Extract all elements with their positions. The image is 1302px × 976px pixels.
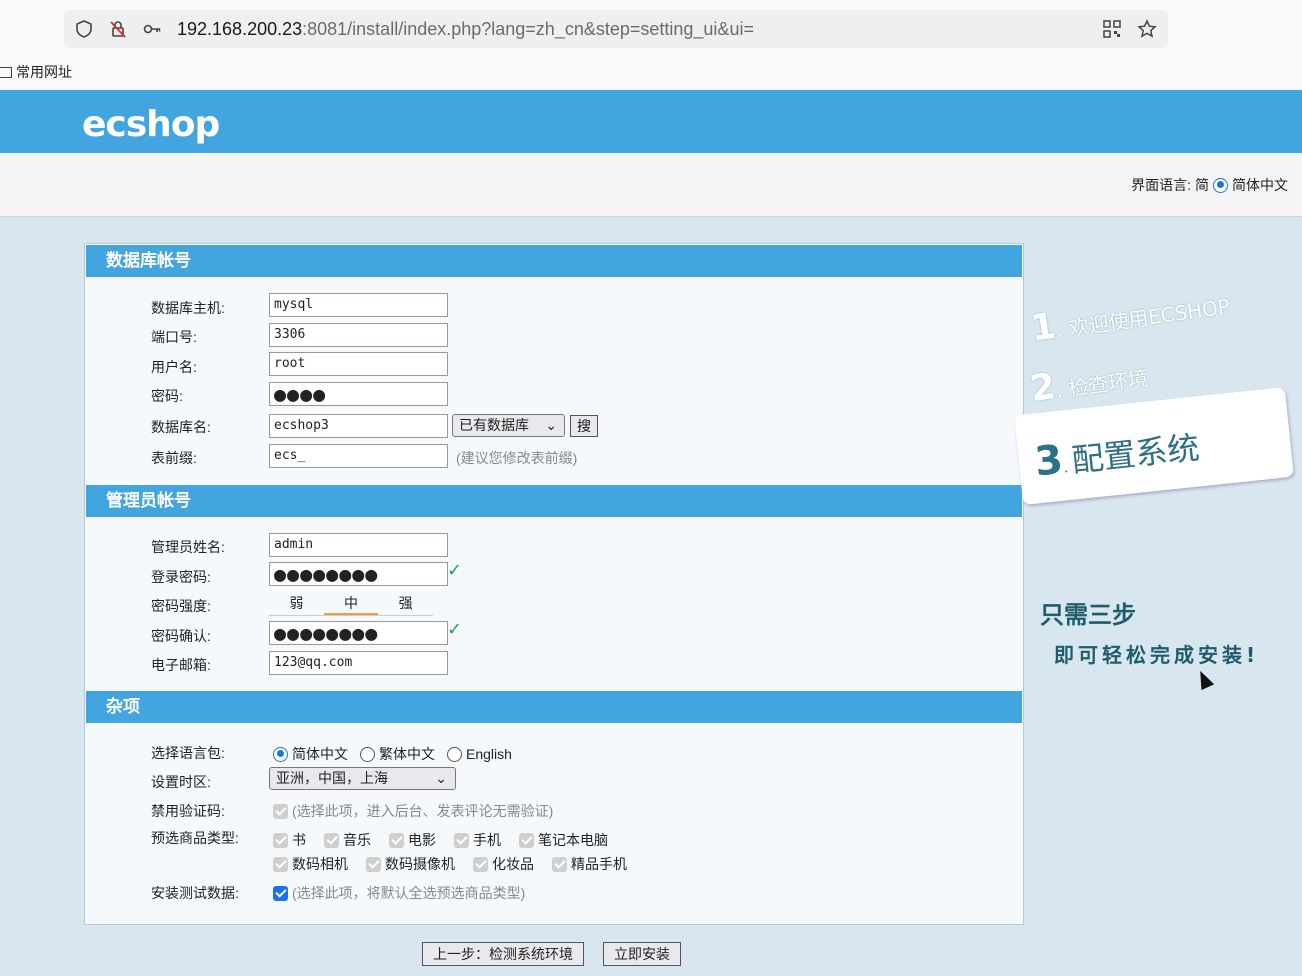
shield-icon[interactable] (74, 19, 94, 39)
address-bar[interactable]: 192.168.200.23:8081/install/index.php?la… (64, 10, 1168, 48)
strength-medium: 中 (323, 592, 379, 615)
confirm-pass-label: 密码确认: (151, 628, 211, 644)
db-port-input[interactable]: 3306 (269, 323, 448, 347)
strength-weak: 弱 (289, 595, 304, 611)
language-bar: 界面语言: 简 简体中文 (0, 153, 1302, 217)
langpack-radio-zh-cn[interactable] (273, 746, 288, 762)
goods-checkbox-phone[interactable] (454, 832, 469, 848)
admin-pass-input[interactable]: ●●●●●●●● (269, 562, 448, 586)
existing-db-select[interactable]: 已有数据库 ⌄ (452, 414, 565, 437)
db-name-input[interactable]: ecshop3 (269, 414, 448, 438)
prefix-label: 表前缀: (151, 450, 197, 466)
goods-checkbox-camera[interactable] (273, 856, 288, 872)
langpack-radio-en[interactable] (447, 746, 462, 762)
strength-strong: 强 (398, 595, 413, 611)
admin-section-title: 管理员帐号 (86, 485, 1022, 517)
star-icon[interactable] (1137, 19, 1157, 39)
timezone-select[interactable]: 亚洲，中国，上海 ⌄ (269, 767, 456, 790)
confirm-pass-input[interactable]: ●●●●●●●● (269, 621, 448, 645)
chevron-down-icon: ⌄ (545, 417, 557, 433)
slogan-subtitle: 即可轻松完成安装! (1054, 643, 1260, 667)
pass-ok-icon: ✓ (447, 560, 463, 580)
testdata-row: (选择此项，将默认全选预选商品类型) (267, 883, 525, 903)
goods-type-row-1: 书 音乐 电影 手机 笔记本电脑 (267, 830, 608, 850)
prefix-input[interactable]: ecs_ (269, 444, 448, 468)
step-1: 1. 欢迎使用ECSHOP (1028, 294, 1232, 350)
prev-step-button[interactable]: 上一步：检测系统环境 (422, 942, 584, 966)
testdata-checkbox[interactable] (273, 885, 288, 901)
db-pass-label: 密码: (151, 388, 183, 404)
langpack-options: 简体中文 繁体中文 English (273, 744, 512, 764)
email-input[interactable]: 123@qq.com (269, 651, 448, 675)
url-text: 192.168.200.23:8081/install/index.php?la… (177, 19, 754, 39)
folder-icon (0, 66, 12, 78)
db-port-label: 端口号: (151, 329, 197, 345)
prefix-hint: (建议您修改表前缀) (456, 450, 578, 466)
ui-lang-radio[interactable] (1213, 177, 1228, 193)
db-host-label: 数据库主机: (151, 300, 225, 316)
captcha-row: (选择此项，进入后台、发表评论无需验证) (267, 801, 553, 821)
db-user-input[interactable]: root (269, 352, 448, 376)
chevron-down-icon: ⌄ (435, 770, 447, 786)
admin-name-input[interactable]: admin (269, 533, 448, 557)
goods-checkbox-music[interactable] (324, 832, 339, 848)
step-2: 2. 检查环境 (1027, 365, 1150, 410)
goods-checkbox-cosmetics[interactable] (473, 856, 488, 872)
goods-type-label: 预选商品类型: (151, 830, 239, 846)
confirm-ok-icon: ✓ (447, 619, 463, 639)
admin-name-label: 管理员姓名: (151, 539, 225, 555)
install-now-button[interactable]: 立即安装 (603, 942, 681, 966)
goods-checkbox-laptop[interactable] (519, 832, 534, 848)
ecshop-logo: ecshop (82, 104, 220, 145)
bookmark-folder[interactable]: 常用网址 (0, 62, 72, 82)
captcha-label: 禁用验证码: (151, 803, 225, 819)
blocked-lock-icon[interactable] (108, 19, 128, 39)
search-db-button[interactable]: 搜 (570, 415, 598, 437)
browser-chrome: 192.168.200.23:8081/install/index.php?la… (0, 0, 1302, 90)
qr-code-icon[interactable] (1102, 19, 1122, 39)
goods-checkbox-movie[interactable] (389, 832, 404, 848)
captcha-checkbox[interactable] (273, 803, 288, 819)
goods-checkbox-camcorder[interactable] (366, 856, 381, 872)
langpack-radio-zh-tw[interactable] (360, 746, 375, 762)
strength-label: 密码强度: (151, 598, 211, 614)
db-name-label: 数据库名: (151, 419, 211, 435)
misc-section-title: 杂项 (86, 691, 1022, 723)
password-strength-meter: 弱 中 强 (269, 592, 433, 616)
email-label: 电子邮箱: (151, 657, 211, 673)
langpack-label: 选择语言包: (151, 745, 225, 761)
db-host-input[interactable]: mysql (269, 293, 448, 317)
goods-checkbox-book[interactable] (273, 832, 288, 848)
db-pass-input[interactable]: ●●●● (269, 382, 448, 406)
db-user-label: 用户名: (151, 359, 197, 375)
timezone-label: 设置时区: (151, 774, 211, 790)
install-steps-panel: 1. 欢迎使用ECSHOP 2. 检查环境 3. 配置系统 只需三步 即可轻松完… (1014, 243, 1302, 925)
key-icon[interactable] (142, 19, 162, 39)
db-section-title: 数据库帐号 (86, 245, 1022, 277)
slogan-title: 只需三步 (1040, 601, 1136, 629)
goods-type-row-2: 数码相机 数码摄像机 化妆品 精品手机 (267, 854, 627, 874)
ui-language-selector: 界面语言: 简 简体中文 (1131, 177, 1288, 193)
admin-pass-label: 登录密码: (151, 569, 211, 585)
goods-checkbox-premium-phone[interactable] (552, 856, 567, 872)
install-form: 数据库帐号 数据库主机: mysql 端口号: 3306 用户名: root 密… (84, 243, 1024, 925)
testdata-label: 安装测试数据: (151, 885, 239, 901)
